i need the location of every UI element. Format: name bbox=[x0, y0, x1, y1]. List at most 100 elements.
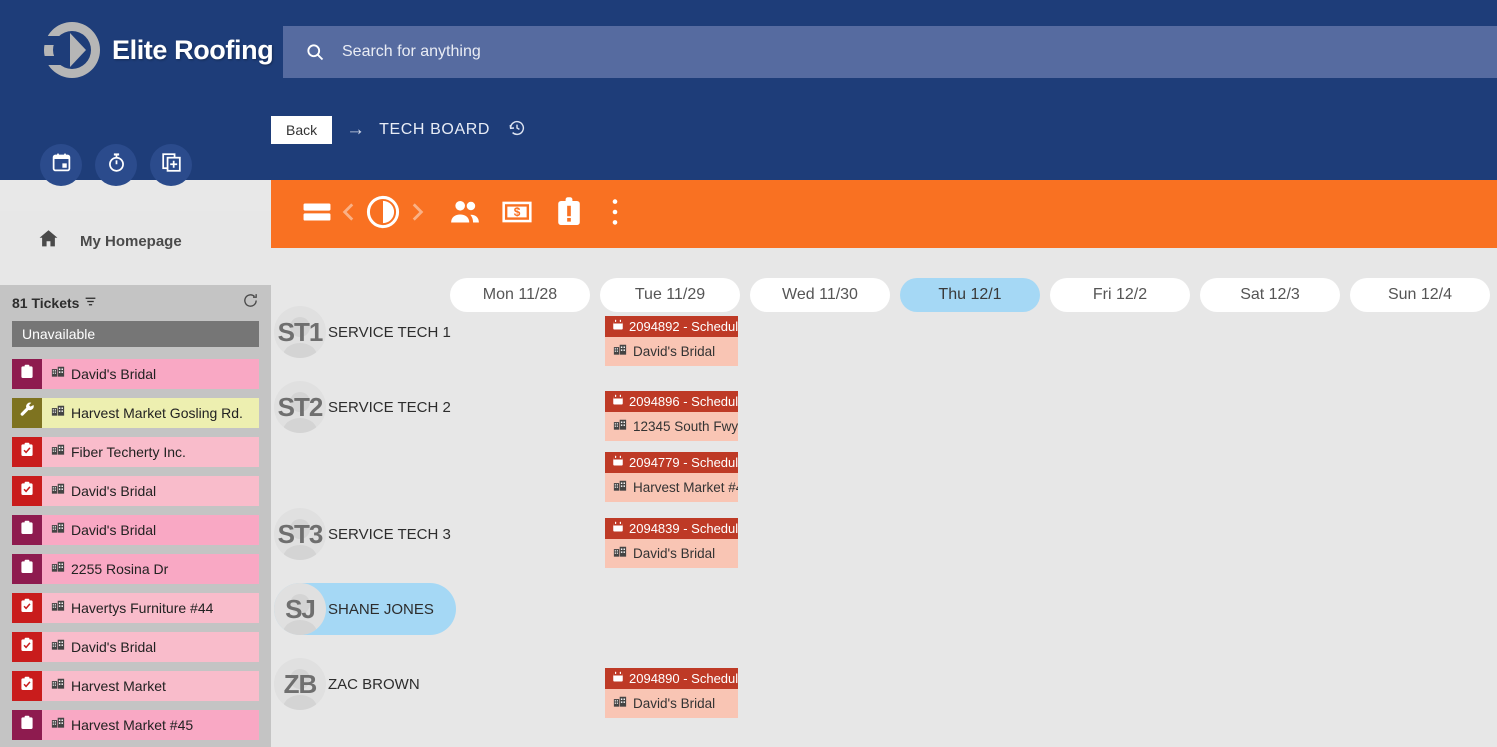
ticket-list-item[interactable]: Fiber Techerty Inc. bbox=[12, 437, 259, 467]
brand-logo[interactable]: Elite Roofing bbox=[40, 18, 274, 82]
date-tab-label: Fri 12/2 bbox=[1092, 286, 1148, 303]
building-icon bbox=[51, 521, 65, 540]
home-icon bbox=[38, 228, 59, 254]
overflow-menu-button[interactable] bbox=[604, 197, 626, 232]
job-location: 12345 South Fwy bbox=[633, 419, 738, 434]
search-icon bbox=[305, 42, 325, 62]
technician-job-cards bbox=[605, 583, 1497, 658]
avatar-initials: ST3 bbox=[277, 518, 324, 549]
ticket-content: David's Bridal bbox=[42, 476, 259, 506]
ticket-content: Harvest Market Gosling Rd. bbox=[42, 398, 259, 428]
building-icon bbox=[51, 638, 65, 657]
ticket-list-item[interactable]: Havertys Furniture #44 bbox=[12, 593, 259, 623]
calendar-small-icon bbox=[612, 319, 624, 334]
date-tab-label: Tue 11/29 bbox=[634, 286, 706, 303]
building-icon bbox=[613, 479, 627, 496]
refresh-icon[interactable] bbox=[242, 292, 259, 314]
next-button[interactable] bbox=[404, 199, 430, 230]
job-ticket-number: 2094779 - Schedule bbox=[629, 455, 738, 470]
building-icon bbox=[613, 343, 627, 360]
technician-label[interactable]: ST3 SERVICE TECH 3 bbox=[274, 508, 473, 560]
ticket-customer-name: David's Bridal bbox=[71, 639, 157, 655]
technicians-button[interactable] bbox=[448, 195, 482, 234]
back-button[interactable]: Back bbox=[271, 116, 333, 144]
technician-name: SERVICE TECH 3 bbox=[328, 525, 451, 543]
avatar: ST3 bbox=[274, 508, 326, 560]
ticket-list: David's Bridal Harvest Market Gosling Rd.… bbox=[12, 359, 259, 747]
clipboard-check-icon bbox=[19, 637, 35, 658]
avatar-initials: ZB bbox=[283, 668, 318, 699]
ticket-list-item[interactable]: David's Bridal bbox=[12, 515, 259, 545]
previous-button[interactable] bbox=[336, 199, 362, 230]
building-icon bbox=[51, 443, 65, 462]
clipboard-icon bbox=[19, 520, 35, 541]
building-icon bbox=[51, 716, 65, 735]
job-card[interactable]: 2094779 - Schedule Harvest Market #4 bbox=[605, 452, 738, 502]
technician-name: SERVICE TECH 1 bbox=[328, 323, 451, 341]
add-document-icon bbox=[161, 152, 182, 178]
technician-row: ST1 SERVICE TECH 1 2094892 - Schedule David… bbox=[271, 306, 1497, 381]
job-card[interactable]: 2094892 - Schedule David's Bridal bbox=[605, 316, 738, 366]
building-icon bbox=[51, 404, 65, 423]
job-card[interactable]: 2094890 - Schedule David's Bridal bbox=[605, 668, 738, 718]
date-tab-label: Sat 12/3 bbox=[1240, 286, 1300, 303]
clipboard-icon bbox=[19, 715, 35, 736]
ticket-list-item[interactable]: David's Bridal bbox=[12, 632, 259, 662]
timer-button[interactable] bbox=[95, 144, 137, 186]
technician-label[interactable]: ST2 SERVICE TECH 2 bbox=[274, 381, 473, 433]
calendar-small-icon bbox=[612, 521, 624, 536]
ticket-customer-name: Harvest Market bbox=[71, 678, 166, 694]
clock-half-icon bbox=[364, 193, 402, 236]
job-location: David's Bridal bbox=[633, 344, 716, 359]
technician-label[interactable]: ST1 SERVICE TECH 1 bbox=[274, 306, 473, 358]
split-rows-button[interactable] bbox=[300, 195, 334, 234]
ticket-list-item[interactable]: Harvest Market #45 bbox=[12, 710, 259, 740]
billing-button[interactable]: $ bbox=[500, 195, 534, 234]
ticket-list-item[interactable]: David's Bridal bbox=[12, 476, 259, 506]
job-card-header: 2094839 - Schedule bbox=[605, 518, 738, 539]
filter-icon[interactable] bbox=[84, 295, 97, 311]
people-icon bbox=[448, 195, 482, 234]
ticket-content: Harvest Market bbox=[42, 671, 259, 701]
ticket-list-item[interactable]: Harvest Market Gosling Rd. bbox=[12, 398, 259, 428]
ticket-content: Harvest Market #45 bbox=[42, 710, 259, 740]
calendar-button[interactable] bbox=[40, 144, 82, 186]
technician-name: SHANE JONES bbox=[328, 600, 434, 618]
ticket-type-icon bbox=[12, 671, 42, 701]
job-ticket-number: 2094839 - Schedule bbox=[629, 521, 738, 536]
job-card[interactable]: 2094896 - Schedule 12345 South Fwy bbox=[605, 391, 738, 441]
ticket-customer-name: David's Bridal bbox=[71, 483, 157, 499]
technician-label[interactable]: ZB ZAC BROWN bbox=[274, 658, 442, 710]
technician-job-cards: 2094890 - Schedule David's Bridal bbox=[605, 658, 1497, 733]
ticket-type-icon bbox=[12, 515, 42, 545]
job-card-body: David's Bridal bbox=[605, 539, 738, 568]
job-ticket-number: 2094896 - Schedule bbox=[629, 394, 738, 409]
calendar-small-icon bbox=[612, 455, 624, 470]
ticket-type-icon bbox=[12, 476, 42, 506]
ticket-content: David's Bridal bbox=[42, 632, 259, 662]
ticket-type-icon bbox=[12, 710, 42, 740]
technician-name: SERVICE TECH 2 bbox=[328, 398, 451, 416]
time-toggle-button[interactable] bbox=[364, 193, 402, 236]
technician-row: ST3 SERVICE TECH 3 2094839 - Schedule David… bbox=[271, 508, 1497, 583]
avatar: ZB bbox=[274, 658, 326, 710]
add-document-button[interactable] bbox=[150, 144, 192, 186]
ticket-content: David's Bridal bbox=[42, 515, 259, 545]
ticket-list-item[interactable]: Harvest Market bbox=[12, 671, 259, 701]
job-card-header: 2094890 - Schedule bbox=[605, 668, 738, 689]
search-bar[interactable]: Search for anything bbox=[283, 26, 1497, 78]
date-tab-label: Mon 11/28 bbox=[482, 286, 558, 303]
sidebar-item-homepage[interactable]: My Homepage bbox=[0, 211, 271, 271]
tickets-panel-header: 81 Tickets bbox=[12, 285, 259, 321]
history-clock-icon[interactable] bbox=[508, 119, 526, 142]
building-icon bbox=[51, 560, 65, 579]
technician-label[interactable]: SJ SHANE JONES bbox=[274, 583, 456, 635]
ticket-list-item[interactable]: David's Bridal bbox=[12, 359, 259, 389]
money-icon: $ bbox=[500, 195, 534, 234]
tickets-panel: 81 Tickets Unavailable David's Bridal Har… bbox=[0, 285, 271, 747]
page-title: TECH BOARD bbox=[379, 121, 491, 138]
ticket-list-item[interactable]: 2255 Rosina Dr bbox=[12, 554, 259, 584]
avatar: SJ bbox=[274, 583, 326, 635]
alerts-button[interactable] bbox=[552, 195, 586, 234]
job-card[interactable]: 2094839 - Schedule David's Bridal bbox=[605, 518, 738, 568]
